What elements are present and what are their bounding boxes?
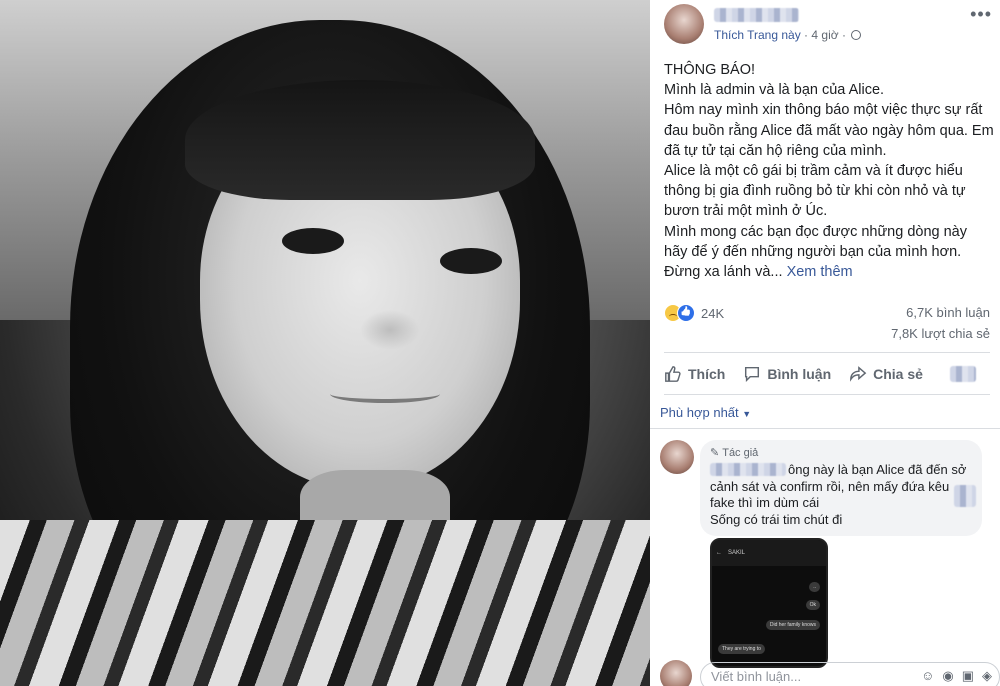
page-avatar[interactable] <box>664 4 704 44</box>
author-badge-label: Tác giả <box>722 446 759 459</box>
attachment-chat-header: ← SAKIL <box>712 540 826 566</box>
post-actions: Thích Bình luận Chia sẻ <box>664 358 994 390</box>
reaction-count: 24K <box>701 305 725 321</box>
share-button[interactable]: Chia sẻ <box>849 365 923 383</box>
comment-text: ông này là bạn Alice đã đến sở cảnh sát … <box>710 462 972 512</box>
comment-bubble: ✎ Tác giả ông này là bạn Alice đã đến sở… <box>700 440 982 536</box>
author-badge: ✎ Tác giả <box>710 446 972 460</box>
commenter-name-blurred[interactable] <box>710 463 786 476</box>
post-meta: Thích Trang này · 4 giờ · <box>714 28 862 42</box>
photo-bangs <box>185 80 535 200</box>
emoji-icon[interactable]: ☺ <box>921 668 934 684</box>
share-as-avatar-blurred[interactable] <box>950 366 976 382</box>
post-side-panel: Thích Trang này · 4 giờ · ••• THÔNG BÁO!… <box>650 0 1000 686</box>
like-button[interactable]: Thích <box>664 365 725 383</box>
attachment-bubble: Ok <box>805 600 820 610</box>
composer-icons: ☺ ◉ ▣ ◈ <box>921 668 992 684</box>
globe-icon <box>851 30 862 40</box>
meta-separator: · <box>800 28 812 42</box>
like-page-link[interactable]: Thích Trang này <box>714 28 801 42</box>
comment-attachment-screenshot[interactable]: ← SAKIL .. Ok Did her family knows They … <box>710 538 828 668</box>
attachment-bubble: .. <box>809 582 820 592</box>
comment-composer: Viết bình luận... ☺ ◉ ▣ ◈ <box>660 658 1000 686</box>
photo-mouth <box>330 385 440 403</box>
post-header: Thích Trang này · 4 giờ · ••• <box>664 4 994 44</box>
reactions-summary[interactable]: 24K <box>664 302 724 324</box>
see-more-link[interactable]: Xem thêm <box>787 264 853 280</box>
post-text-line: Mình là admin và là bạn của Alice. <box>664 82 885 99</box>
post-text-line-last: Mình mong các bạn đọc được những dòng nà… <box>664 222 994 283</box>
like-reaction-icon <box>677 304 695 322</box>
comment-button[interactable]: Bình luận <box>743 365 831 383</box>
commenter-avatar[interactable] <box>660 440 694 474</box>
post-text: THÔNG BÁO! Mình là admin và là bạn của A… <box>664 60 994 282</box>
divider <box>664 352 990 353</box>
post-photo[interactable] <box>0 0 650 686</box>
sort-label: Phù hợp nhất <box>660 405 739 420</box>
camera-icon[interactable]: ◉ <box>942 668 953 684</box>
comment-text-line2: Sống có trái tim chút đi <box>710 511 843 527</box>
share-label: Chia sẻ <box>873 366 923 382</box>
sticker-icon[interactable]: ◈ <box>982 668 992 684</box>
attachment-bubble: Did her family knows <box>765 620 820 630</box>
post-text-line: Hôm nay mình xin thông báo một việc thực… <box>664 102 994 159</box>
divider <box>650 428 1000 429</box>
thumbs-up-icon <box>665 366 681 382</box>
photo-nose <box>360 310 420 350</box>
photo-shirt <box>0 520 650 686</box>
author-name-blurred[interactable] <box>714 8 799 22</box>
caret-down-icon: ▼ <box>742 409 752 419</box>
comment-icon <box>745 366 760 383</box>
photo-left-eye <box>282 228 344 254</box>
attachment-contact-name: SAKIL <box>728 550 746 556</box>
share-icon <box>850 366 867 382</box>
more-options-icon[interactable]: ••• <box>970 4 992 25</box>
pen-icon: ✎ <box>710 447 720 459</box>
viewer-avatar <box>660 660 692 686</box>
post-text-line: THÔNG BÁO! <box>664 62 756 78</box>
back-arrow-icon: ← <box>716 550 722 556</box>
comments-count[interactable]: 6,7K bình luận <box>906 305 990 320</box>
shares-count[interactable]: 7,8K lượt chia sẻ <box>891 326 990 341</box>
like-label: Thích <box>688 366 726 382</box>
divider <box>664 394 990 395</box>
gif-icon[interactable]: ▣ <box>962 668 974 684</box>
post-time[interactable]: 4 giờ <box>811 28 838 42</box>
comment-options-blurred[interactable] <box>954 485 976 507</box>
post-text-line: Alice là một cô gái bị trầm cảm và ít đư… <box>664 163 966 220</box>
meta-separator-2: · <box>838 28 850 42</box>
comment-label: Bình luận <box>767 366 832 382</box>
comment-sort-dropdown[interactable]: Phù hợp nhất ▼ <box>660 405 751 420</box>
photo-right-eye <box>440 248 502 274</box>
attachment-bubble: They are trying to <box>718 644 765 654</box>
